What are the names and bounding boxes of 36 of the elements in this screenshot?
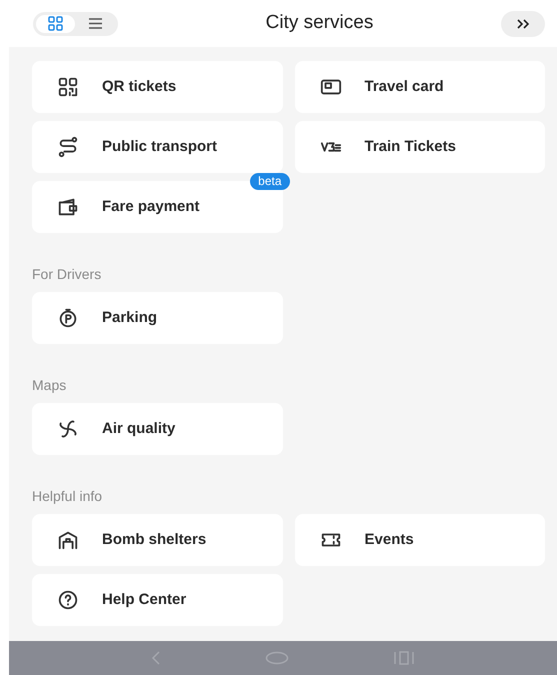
wallet-icon — [57, 196, 79, 218]
service-tile[interactable]: Events — [294, 514, 545, 566]
service-tile[interactable]: Travel card — [294, 61, 545, 113]
service-tile[interactable]: QR tickets — [32, 61, 282, 113]
parking-icon — [57, 307, 79, 329]
fan-icon — [57, 418, 79, 440]
page-title: City services — [264, 11, 374, 36]
double-chevron-icon — [516, 18, 530, 28]
tile-label: Bomb shelters — [102, 530, 206, 550]
qr-code-icon — [57, 76, 79, 98]
tile-label: QR tickets — [102, 76, 176, 97]
section-heading: For Drivers — [32, 265, 102, 283]
service-tile[interactable]: Parking — [32, 292, 282, 344]
service-tile[interactable]: Help Center — [32, 574, 282, 626]
tile-label: Public transport — [102, 136, 218, 157]
route-icon — [57, 136, 79, 158]
tile-label: Events — [364, 530, 414, 550]
tile-label: Parking — [102, 308, 158, 328]
tile-label: Air quality — [102, 418, 176, 439]
service-tile[interactable]: Bomb shelters — [32, 514, 282, 566]
grid-view-button[interactable] — [36, 14, 74, 32]
service-tile[interactable]: Air quality — [32, 403, 282, 455]
list-icon — [88, 16, 104, 31]
section-heading: Helpful info — [32, 487, 102, 505]
beta-badge: beta — [250, 173, 290, 190]
help-icon — [57, 589, 79, 611]
tile-label: Help Center — [102, 590, 186, 610]
grid-icon — [48, 16, 63, 31]
tile-label: Fare payment — [102, 196, 200, 217]
section-heading: Maps — [32, 376, 66, 394]
tile-label: Train Tickets — [364, 136, 456, 157]
tile-label: Travel card — [364, 76, 444, 97]
service-tile[interactable]: Train Tickets — [294, 121, 545, 173]
forward-button[interactable] — [501, 10, 545, 36]
shelter-icon — [57, 529, 79, 551]
service-tile[interactable]: Public transport — [32, 121, 282, 173]
